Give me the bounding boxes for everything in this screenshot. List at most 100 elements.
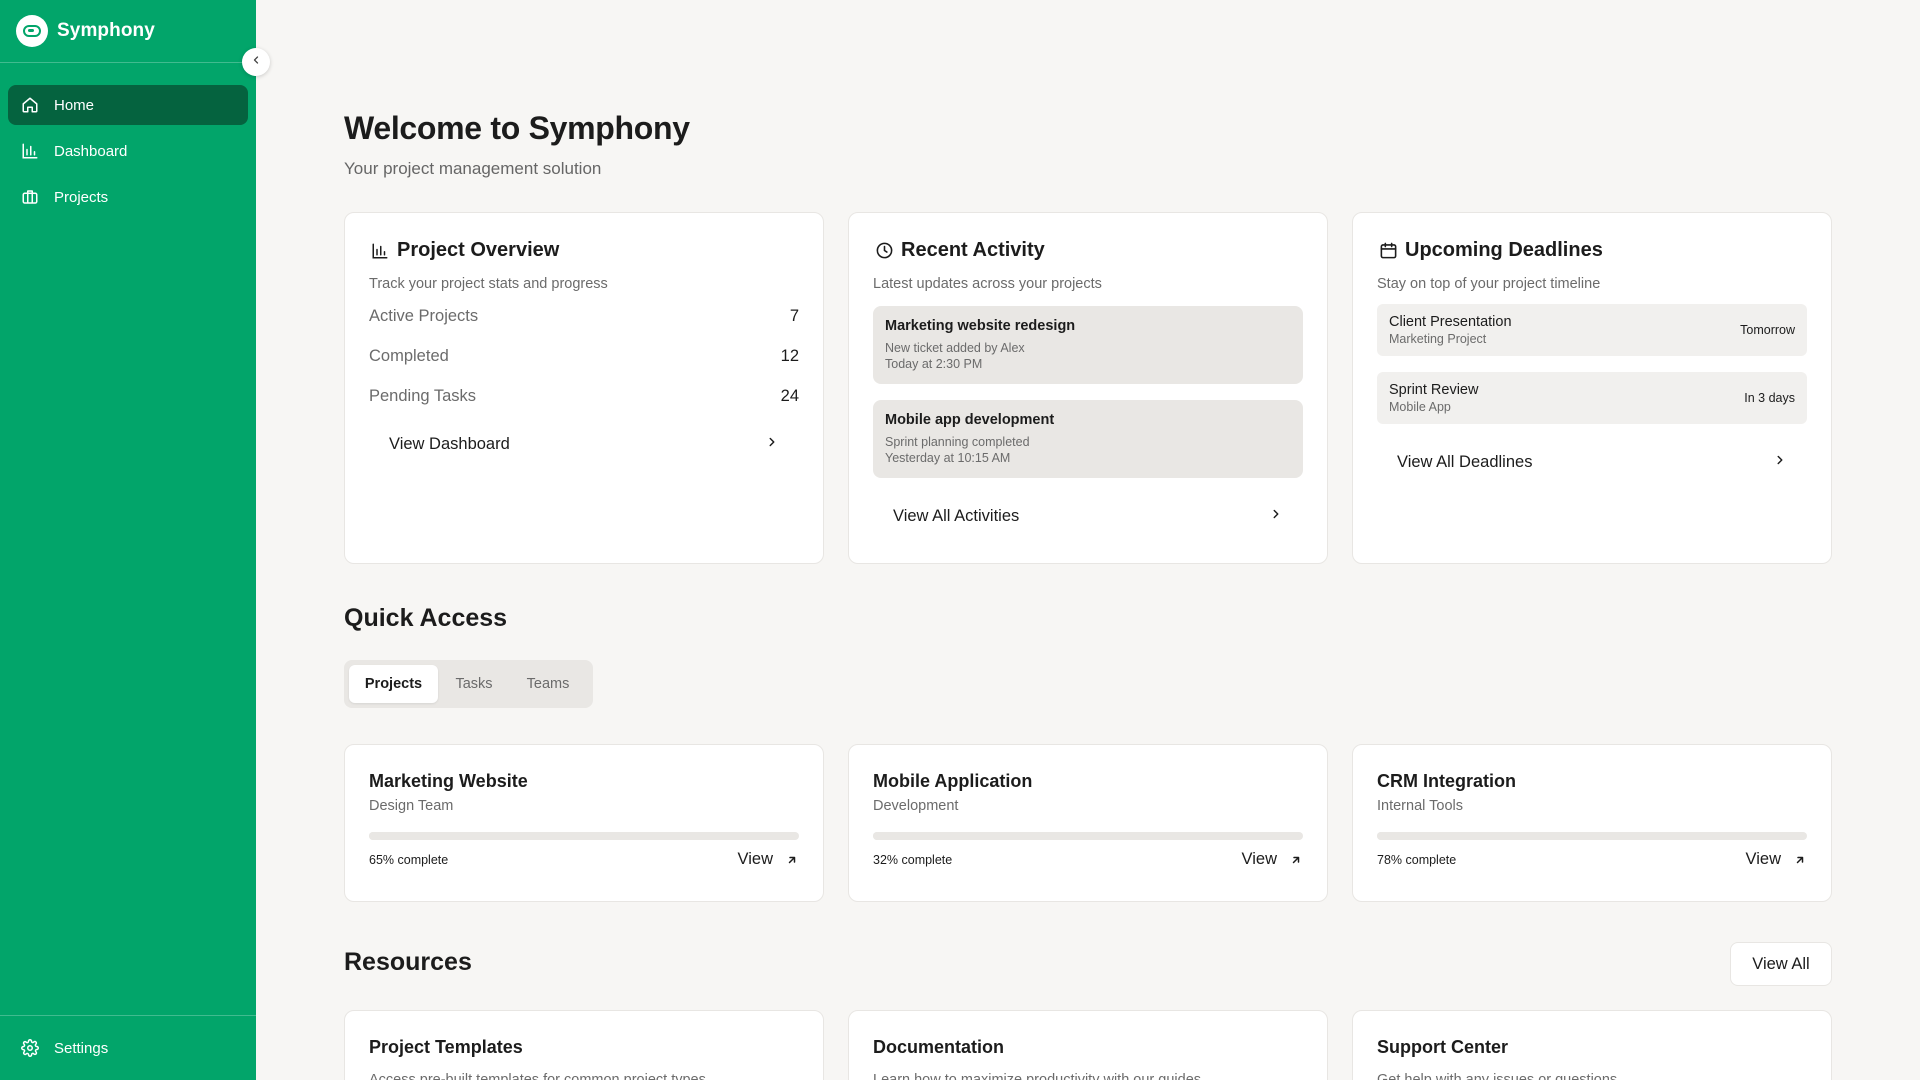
tab-projects[interactable]: Projects <box>349 665 438 703</box>
stat-label: Pending Tasks <box>369 386 477 405</box>
sidebar-item-label: Settings <box>54 1039 109 1057</box>
resource-title: Support Center <box>1377 1037 1509 1057</box>
activity-time: Today at 2:30 PM <box>885 357 983 371</box>
stat-row-active-projects: Active Projects 7 <box>369 296 799 336</box>
project-card: Marketing Website Design Team 65% comple… <box>344 744 824 902</box>
quick-access-tabs: Projects Tasks Teams <box>344 660 593 708</box>
view-project-link[interactable]: View <box>1242 850 1303 869</box>
stat-label: Active Projects <box>369 306 479 325</box>
card-title: Upcoming Deadlines <box>1377 239 1807 262</box>
deadline-project: Marketing Project <box>1389 332 1487 346</box>
project-name: Marketing Website <box>369 771 528 791</box>
sidebar-item-dashboard[interactable]: Dashboard <box>8 131 248 171</box>
home-icon <box>20 95 40 115</box>
calendar-icon <box>1377 240 1399 262</box>
collapse-sidebar-button[interactable] <box>242 48 270 76</box>
activity-time: Yesterday at 10:15 AM <box>885 451 1011 465</box>
activity-item[interactable]: Mobile app development Sprint planning c… <box>873 400 1303 478</box>
bar-chart-icon <box>20 141 40 161</box>
deadline-when: In 3 days <box>1744 391 1795 405</box>
activity-item[interactable]: Marketing website redesign New ticket ad… <box>873 306 1303 384</box>
resource-description: Access pre-built templates for common pr… <box>369 1072 706 1080</box>
progress-fill <box>369 832 649 840</box>
sidebar-item-home[interactable]: Home <box>8 85 248 125</box>
arrow-up-right-icon <box>1793 853 1807 867</box>
card-description: Stay on top of your project timeline <box>1377 276 1601 292</box>
bar-chart-icon <box>369 240 391 262</box>
deadline-title: Sprint Review <box>1389 382 1479 398</box>
resource-title: Documentation <box>873 1037 1005 1057</box>
deadline-item[interactable]: Client Presentation Marketing Project To… <box>1377 304 1807 356</box>
brand: Symphony <box>0 0 256 63</box>
link-label: View Dashboard <box>389 434 510 453</box>
deadline-when: Tomorrow <box>1740 323 1795 337</box>
symphony-logo-icon <box>16 15 48 47</box>
resource-card[interactable]: Project Templates Access pre-built templ… <box>344 1010 824 1080</box>
view-label: View <box>737 850 773 868</box>
progress-fill <box>873 832 1011 840</box>
deadline-text: Client Presentation Marketing Project <box>1389 314 1512 346</box>
chevron-right-icon <box>1773 453 1787 472</box>
tab-tasks[interactable]: Tasks <box>438 665 510 703</box>
card-description: Latest updates across your projects <box>873 276 1102 292</box>
quick-access-title: Quick Access <box>344 604 508 632</box>
activity-detail: New ticket added by Alex <box>885 341 1025 355</box>
view-project-link[interactable]: View <box>1746 850 1807 869</box>
progress-fill <box>1377 832 1713 840</box>
link-label: View All Activities <box>893 506 1020 525</box>
deadline-title: Client Presentation <box>1389 314 1512 330</box>
arrow-up-right-icon <box>1289 853 1303 867</box>
project-team: Internal Tools <box>1377 798 1463 814</box>
progress-bar <box>369 832 799 840</box>
stat-value: 24 <box>780 386 799 405</box>
resource-card[interactable]: Support Center Get help with any issues … <box>1352 1010 1832 1080</box>
app-name: Symphony <box>57 20 155 41</box>
stats-list: Active Projects 7 Completed 12 Pending T… <box>369 296 799 416</box>
project-overview-card: Project Overview Track your project stat… <box>344 212 824 564</box>
resource-title: Project Templates <box>369 1037 523 1057</box>
view-label: View <box>1745 850 1781 868</box>
progress-label: 32% complete <box>873 852 953 867</box>
activity-title: Mobile app development <box>885 412 1055 428</box>
deadline-text: Sprint Review Mobile App <box>1389 382 1478 414</box>
project-name: CRM Integration <box>1377 771 1516 791</box>
upcoming-deadlines-card: Upcoming Deadlines Stay on top of your p… <box>1352 212 1832 564</box>
view-all-deadlines-link[interactable]: View All Deadlines <box>1377 440 1807 484</box>
deadline-project: Mobile App <box>1389 400 1451 414</box>
resource-description: Learn how to maximize productivity with … <box>873 1072 1202 1080</box>
sidebar-nav: Home Dashboard Projects <box>0 63 256 217</box>
tab-teams[interactable]: Teams <box>510 665 586 703</box>
deadline-item[interactable]: Sprint Review Mobile App In 3 days <box>1377 372 1807 424</box>
sidebar-footer: Settings <box>0 1015 256 1080</box>
activity-list: Marketing website redesign New ticket ad… <box>873 306 1303 478</box>
view-label: View <box>1241 850 1277 868</box>
recent-activity-card: Recent Activity Latest updates across yo… <box>848 212 1328 564</box>
stat-value: 12 <box>780 346 799 365</box>
view-project-link[interactable]: View <box>738 850 799 869</box>
sidebar-item-settings[interactable]: Settings <box>8 1028 248 1068</box>
gear-icon <box>20 1038 40 1058</box>
view-all-activities-link[interactable]: View All Activities <box>873 494 1303 538</box>
project-team: Development <box>873 798 959 814</box>
progress-bar <box>1377 832 1807 840</box>
card-description: Track your project stats and progress <box>369 276 608 292</box>
activity-title: Marketing website redesign <box>885 318 1076 334</box>
resources-title: Resources <box>344 948 472 976</box>
sidebar-item-label: Dashboard <box>54 142 128 160</box>
project-card: Mobile Application Development 32% compl… <box>848 744 1328 902</box>
deadline-list: Client Presentation Marketing Project To… <box>1377 304 1807 424</box>
progress-bar <box>873 832 1303 840</box>
project-footer: 78% complete View <box>1377 850 1807 869</box>
card-title: Recent Activity <box>873 239 1303 262</box>
sidebar-item-projects[interactable]: Projects <box>8 177 248 217</box>
resource-description: Get help with any issues or questions <box>1377 1072 1618 1080</box>
card-title-text: Upcoming Deadlines <box>1405 239 1603 261</box>
project-footer: 32% complete View <box>873 850 1303 869</box>
view-dashboard-link[interactable]: View Dashboard <box>369 422 799 466</box>
page-subtitle: Your project management solution <box>344 159 602 178</box>
view-all-resources-button[interactable]: View All <box>1730 942 1832 986</box>
card-title: Project Overview <box>369 239 799 262</box>
resource-card[interactable]: Documentation Learn how to maximize prod… <box>848 1010 1328 1080</box>
project-card: CRM Integration Internal Tools 78% compl… <box>1352 744 1832 902</box>
sidebar-item-label: Home <box>54 96 95 114</box>
